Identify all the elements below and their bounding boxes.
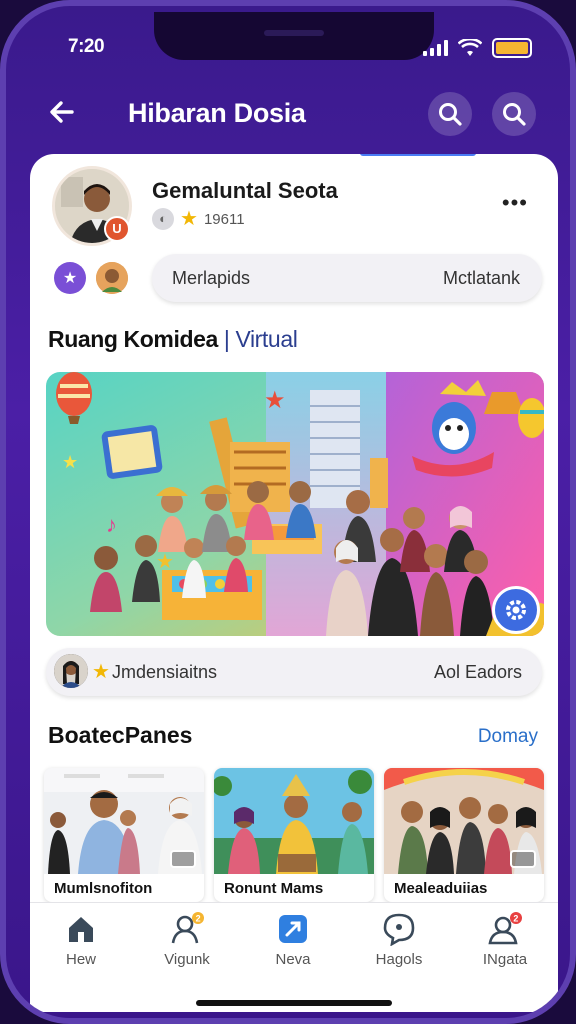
recommend-card-caption: Mumlsnofiton [54,880,153,897]
profile-meta: ◐ ★ 19611 [152,208,245,230]
page-title: Hibaran Dosia [128,98,306,128]
video-icon [170,850,196,868]
status-time: 7:20 [68,36,105,57]
section-title-main: Ruang Komidea [48,326,218,352]
content-card: U Gemaluntal Seota ◐ ★ 19611 ••• ★ Merla… [30,154,558,944]
search-icon [439,103,462,126]
recommend-card-caption: Ronunt Mams [224,880,324,897]
recommend-card-caption: Mealeaduiias [394,880,488,897]
new-icon [275,911,311,947]
section-title-separator: | [217,326,236,352]
search-button[interactable] [428,92,472,136]
filter-pill[interactable]: Merlapids Mctlatank [152,254,542,302]
home-icon [63,911,99,947]
profile-meta-value: 19611 [203,210,245,228]
filter-pill-right: Mctlatank [442,268,520,288]
nav-item-label: INgata [482,951,528,968]
search-icon [503,103,526,126]
tab-indicator [360,154,476,156]
profile-name: Gemaluntal Seota [152,178,338,203]
search-button-2[interactable] [492,92,536,136]
more-icon: ••• [501,190,528,215]
nav-item-label: Neva [275,951,311,968]
info-pill-right: Aol Eadors [433,662,522,682]
recommend-title: BoatecPanes [48,722,193,748]
signal-icon [423,40,448,56]
svg-text:★: ★ [264,387,286,414]
section-title: Ruang Komidea | Virtual [48,326,298,353]
nav-item-home[interactable]: Hew [36,911,126,968]
info-pill-left: Jmdensiaitns [112,662,218,682]
info-pill[interactable]: ★ Jmdensiaitns Aol Eadors [46,648,542,696]
nav-item-new[interactable]: Neva [248,911,338,968]
people-icon: 2 [169,911,205,947]
app-header: Hibaran Dosia [6,86,570,146]
phone-frame: 7:20 Hibaran Dosia U Gemaluntal Seota ◐ … [0,0,576,1024]
star-icon: ★ [92,661,110,683]
recommend-card-3[interactable]: Mealeaduiias [384,768,544,902]
more-options-button[interactable]: ••• [502,190,528,216]
bottom-nav: Hew 2 Vigunk Neva Hagols 2 INgata [30,902,558,1012]
home-indicator[interactable] [196,1000,392,1006]
svg-text:2: 2 [513,914,518,924]
video-icon [510,850,536,868]
hero-illustration: ★ ★ ★ ♪ [46,372,544,636]
star-badge-icon[interactable]: ★ [54,262,86,294]
svg-text:2: 2 [196,914,201,924]
svg-text:♪: ♪ [106,512,117,537]
filter-pill-left: Merlapids [172,268,251,288]
nav-item-people[interactable]: 2 Vigunk [142,911,232,968]
nav-item-label: Hew [65,951,96,968]
battery-level [496,42,528,54]
nav-item-profile[interactable]: 2 INgata [460,911,550,968]
avatar-small [54,654,88,688]
arrow-left-icon [50,101,74,123]
chat-icon [381,911,417,947]
status-bar: 7:20 [6,34,570,64]
see-more-link[interactable]: Domay [478,726,538,748]
status-indicators [423,38,532,58]
svg-text:★: ★ [156,551,174,573]
wifi-icon [458,39,482,56]
recommend-card-2[interactable]: Ronunt Mams [214,768,374,902]
svg-text:★: ★ [62,452,78,472]
battery-icon [492,38,532,58]
hero-banner[interactable]: ★ ★ ★ ♪ [46,372,544,636]
avatar-mini[interactable] [96,262,128,294]
section-title-accent: Virtual [235,326,298,352]
avatar-badge: U [104,216,130,242]
gear-icon [506,600,526,620]
nav-item-label: Vigunk [164,951,210,968]
recommend-list: Mumlsnofiton Ronunt Mams Mealeaduiias [44,768,544,902]
quick-icons: ★ [54,262,128,294]
back-button[interactable] [46,96,86,136]
star-icon: ★ [180,208,198,230]
profile-icon: 2 [487,911,523,947]
nav-item-label: Hagols [375,951,423,968]
recommend-card-1[interactable]: Mumlsnofiton [44,768,204,902]
globe-icon: ◐ [152,208,174,230]
fab-settings-button[interactable] [492,586,540,634]
recommend-card-image [214,768,374,874]
nav-item-chat[interactable]: Hagols [354,911,444,968]
